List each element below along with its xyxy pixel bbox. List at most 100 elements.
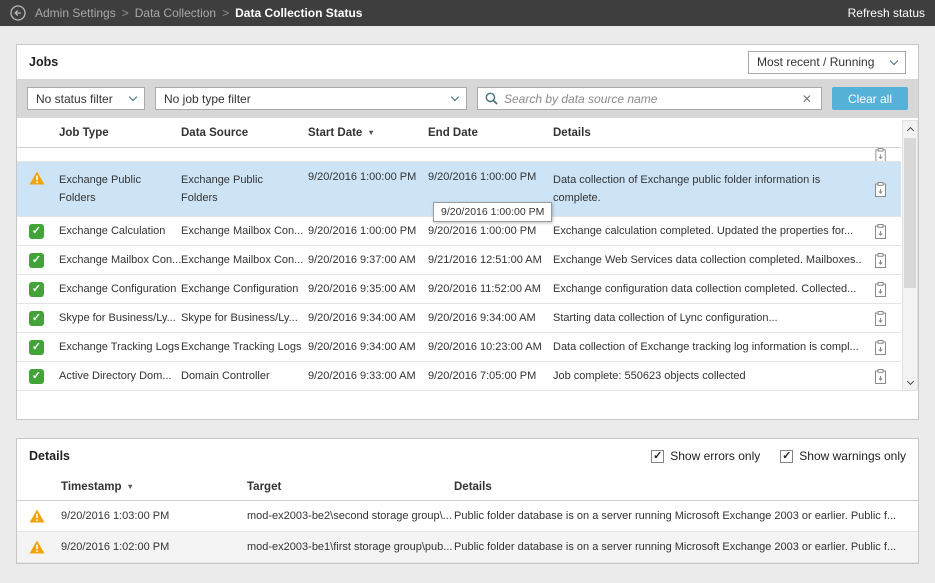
jobs-scrollbar[interactable] xyxy=(902,120,918,391)
details-cell: Exchange Web Services data collection co… xyxy=(553,254,861,266)
copy-log-icon[interactable] xyxy=(875,148,888,162)
target-cell: mod-ex2003-be2\second storage group\... xyxy=(247,510,454,522)
table-row[interactable]: ✓ Exchange Tracking Logs Exchange Tracki… xyxy=(17,333,901,362)
jobs-table-body: Exchange Public Folders Exchange Public … xyxy=(17,148,901,391)
copy-log-icon[interactable] xyxy=(875,253,888,268)
details-cell: Data collection of Exchange public folde… xyxy=(553,171,861,207)
details-cell: Public folder database is on a server ru… xyxy=(454,541,918,553)
column-header-end-date[interactable]: End Date xyxy=(428,127,553,139)
chevron-down-icon xyxy=(451,93,459,101)
details-cell: Exchange configuration data collection c… xyxy=(553,283,861,295)
jobs-panel: Jobs Most recent / Running No status fil… xyxy=(16,44,919,420)
details-cell: Starting data collection of Lync configu… xyxy=(553,312,861,324)
copy-log-icon[interactable] xyxy=(875,282,888,297)
sort-order-value: Most recent / Running xyxy=(757,55,874,69)
column-header-target[interactable]: Target xyxy=(247,481,454,493)
success-icon: ✓ xyxy=(29,224,44,239)
copy-log-icon[interactable] xyxy=(875,369,888,384)
copy-log-icon[interactable] xyxy=(875,311,888,326)
success-icon: ✓ xyxy=(29,282,44,297)
breadcrumb-admin-settings[interactable]: Admin Settings xyxy=(35,6,116,20)
end-date-cell: 9/20/2016 11:52:00 AM xyxy=(428,283,553,295)
back-arrow-icon xyxy=(10,5,26,21)
timestamp-cell: 9/20/2016 1:03:00 PM xyxy=(61,510,247,522)
job-type-cell: Exchange Mailbox Con... xyxy=(59,254,181,266)
end-date-cell: 9/20/2016 7:05:00 PM xyxy=(428,370,553,382)
data-source-cell: Exchange Public Folders xyxy=(181,171,308,207)
search-input[interactable] xyxy=(504,92,794,106)
jobs-table-header: Job Type Data Source Start Date End Date… xyxy=(17,118,901,148)
start-date-cell: 9/20/2016 1:00:00 PM xyxy=(308,225,428,237)
show-warnings-label: Show warnings only xyxy=(799,449,906,463)
table-row[interactable]: 9/20/2016 1:03:00 PM mod-ex2003-be2\seco… xyxy=(17,501,918,532)
chevron-down-icon xyxy=(906,378,913,385)
data-source-cell: Exchange Configuration xyxy=(181,283,308,295)
show-warnings-only-toggle[interactable]: Show warnings only xyxy=(780,449,906,463)
column-header-details[interactable]: Details xyxy=(553,127,861,139)
breadcrumb-data-collection[interactable]: Data Collection xyxy=(135,6,216,20)
chevron-up-icon xyxy=(906,126,913,133)
start-date-cell: 9/20/2016 9:34:00 AM xyxy=(308,341,428,353)
back-button[interactable] xyxy=(10,5,26,21)
clear-search-icon[interactable]: ✕ xyxy=(800,92,814,106)
jobs-title: Jobs xyxy=(29,55,58,69)
start-date-cell: 9/20/2016 9:35:00 AM xyxy=(308,283,428,295)
end-date-cell: 9/21/2016 12:51:00 AM xyxy=(428,254,553,266)
details-panel-header: Details Show errors only Show warnings o… xyxy=(17,439,918,473)
end-date-cell: 9/20/2016 1:00:00 PM xyxy=(428,171,553,183)
copy-log-icon[interactable] xyxy=(875,224,888,239)
warning-icon xyxy=(29,509,45,523)
table-row[interactable]: 9/20/2016 1:02:00 PM mod-ex2003-be1\firs… xyxy=(17,532,918,563)
table-row[interactable]: ✓ Active Directory Dom... Domain Control… xyxy=(17,362,901,391)
success-icon: ✓ xyxy=(29,369,44,384)
column-header-data-source[interactable]: Data Source xyxy=(181,127,308,139)
table-row[interactable]: ✓ Skype for Business/Ly... Skype for Bus… xyxy=(17,304,901,333)
success-icon: ✓ xyxy=(29,253,44,268)
details-filters: Show errors only Show warnings only xyxy=(651,449,906,463)
breadcrumb-current-page: Data Collection Status xyxy=(235,6,362,20)
copy-log-icon[interactable] xyxy=(875,182,888,197)
job-type-cell: Active Directory Dom... xyxy=(59,370,181,382)
start-date-cell: 9/20/2016 9:34:00 AM xyxy=(308,312,428,324)
end-date-cell: 9/20/2016 1:00:00 PM xyxy=(428,225,553,237)
details-cell: Exchange calculation completed. Updated … xyxy=(553,225,861,237)
data-source-cell: Exchange Mailbox Con... xyxy=(181,225,308,237)
end-date-tooltip: 9/20/2016 1:00:00 PM xyxy=(433,202,552,222)
table-row-partial[interactable] xyxy=(17,148,901,162)
details-table: Timestamp Target Details 9/20/2016 1:03:… xyxy=(17,473,918,563)
column-header-job-type[interactable]: Job Type xyxy=(59,127,181,139)
details-cell: Job complete: 550623 objects collected xyxy=(553,370,861,382)
show-errors-checkbox[interactable] xyxy=(651,450,664,463)
job-type-filter-dropdown[interactable]: No job type filter xyxy=(155,87,467,110)
column-header-start-date[interactable]: Start Date xyxy=(308,127,428,139)
target-cell: mod-ex2003-be1\first storage group\pub..… xyxy=(247,541,454,553)
chevron-down-icon xyxy=(129,93,137,101)
column-header-details[interactable]: Details xyxy=(454,481,918,493)
table-row[interactable]: ✓ Exchange Configuration Exchange Config… xyxy=(17,275,901,304)
show-warnings-checkbox[interactable] xyxy=(780,450,793,463)
data-source-cell: Exchange Mailbox Con... xyxy=(181,254,308,266)
table-row[interactable]: ✓ Exchange Mailbox Con... Exchange Mailb… xyxy=(17,246,901,275)
sort-descending-icon xyxy=(127,481,134,493)
copy-log-icon[interactable] xyxy=(875,340,888,355)
status-filter-dropdown[interactable]: No status filter xyxy=(27,87,145,110)
scroll-down-button[interactable] xyxy=(903,375,917,390)
details-title: Details xyxy=(29,449,70,463)
refresh-status-link[interactable]: Refresh status xyxy=(848,6,925,20)
scroll-up-button[interactable] xyxy=(903,121,917,136)
sort-order-dropdown[interactable]: Most recent / Running xyxy=(748,51,906,74)
warning-icon xyxy=(29,171,45,185)
job-type-cell: Exchange Configuration xyxy=(59,283,181,295)
start-date-cell: 9/20/2016 1:00:00 PM xyxy=(308,171,428,183)
main-content: Jobs Most recent / Running No status fil… xyxy=(0,26,935,564)
scrollbar-thumb[interactable] xyxy=(904,138,916,288)
end-date-cell: 9/20/2016 10:23:00 AM xyxy=(428,341,553,353)
clear-all-button[interactable]: Clear all xyxy=(832,87,908,110)
show-errors-only-toggle[interactable]: Show errors only xyxy=(651,449,760,463)
chevron-down-icon xyxy=(890,56,898,64)
job-type-cell: Skype for Business/Ly... xyxy=(59,312,181,324)
start-date-cell: 9/20/2016 9:33:00 AM xyxy=(308,370,428,382)
column-header-timestamp[interactable]: Timestamp xyxy=(61,481,247,493)
details-cell: Public folder database is on a server ru… xyxy=(454,510,918,522)
jobs-filter-bar: No status filter No job type filter ✕ Cl… xyxy=(17,79,918,118)
